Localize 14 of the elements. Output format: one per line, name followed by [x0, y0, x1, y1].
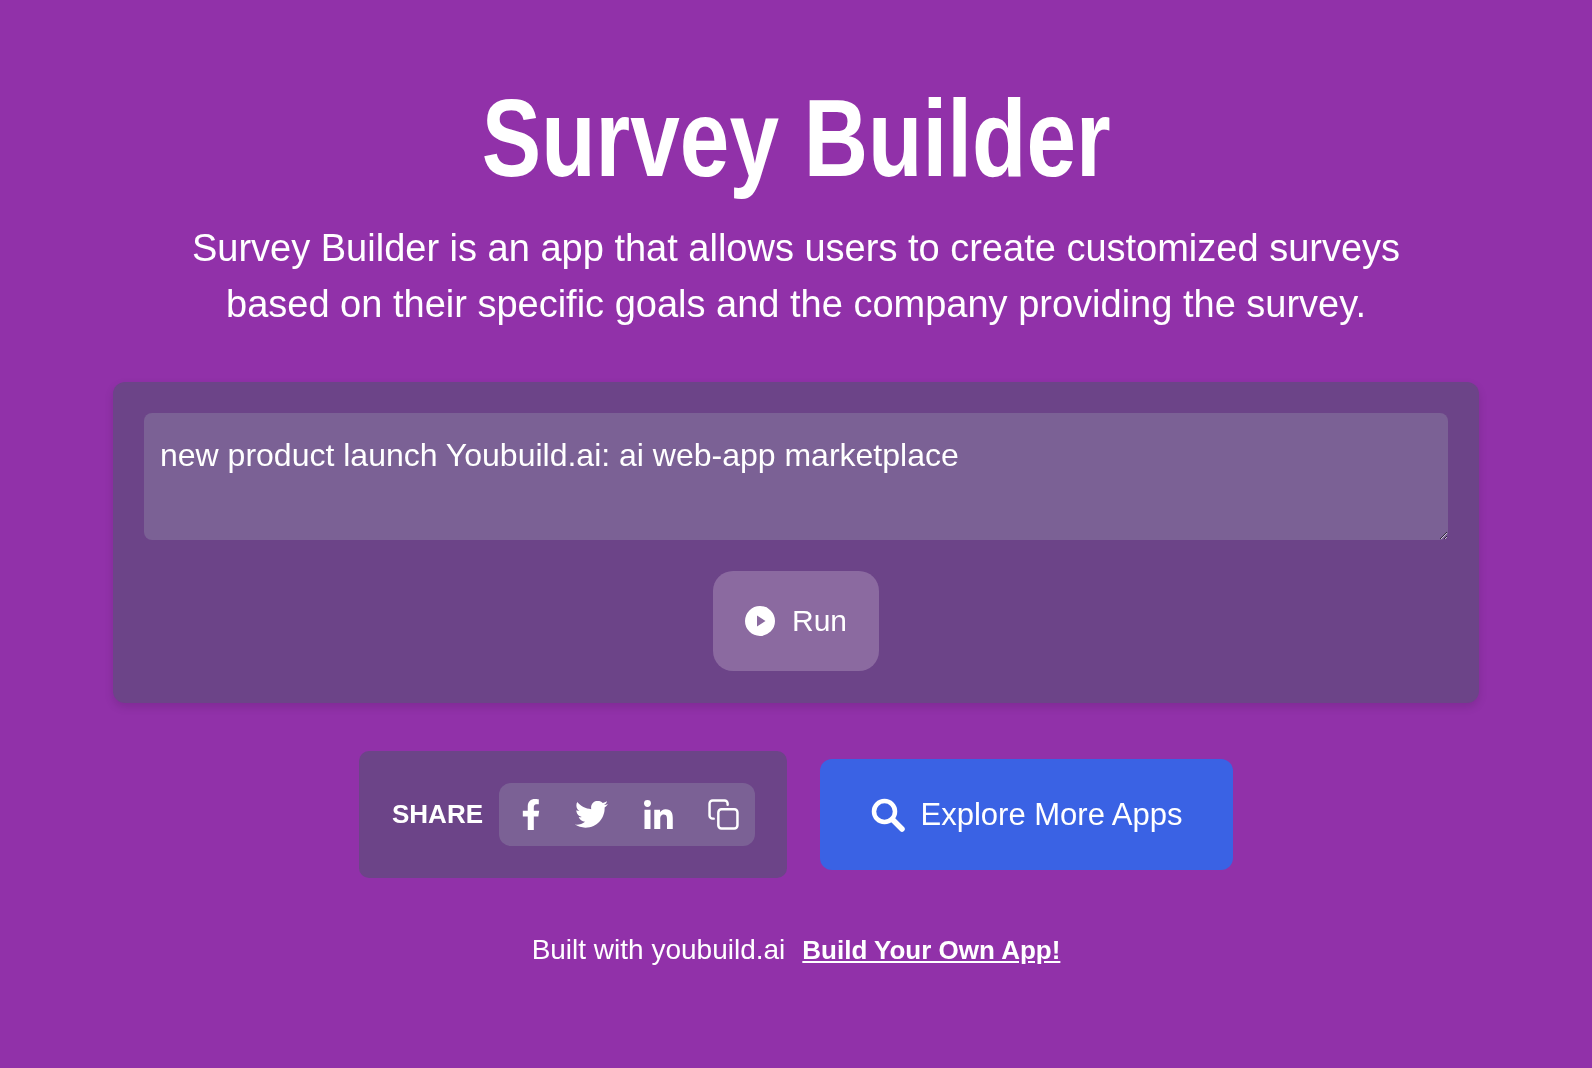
- build-your-own-app-link[interactable]: Build Your Own App!: [802, 932, 1061, 968]
- play-icon: [744, 606, 775, 636]
- run-button[interactable]: Run: [713, 571, 879, 671]
- share-label: SHARE: [392, 799, 483, 830]
- page-title: Survey Builder: [480, 75, 1112, 201]
- letter-f-icon[interactable]: [522, 799, 540, 830]
- input-field[interactable]: new product launch Youbuild.ai: ai web-app marketplace: [144, 413, 1448, 540]
- letters-in-icon[interactable]: [643, 800, 673, 829]
- app-description: Survey Builder is an app that allows users to create customized surveys based on their specific goals and the company providing the survey.: [190, 226, 1402, 327]
- copy-icon[interactable]: [708, 799, 739, 830]
- search-icon: [870, 797, 905, 832]
- built-with-text: Built with youbuild.ai: [531, 933, 786, 967]
- explore-more-apps-button[interactable]: Explore More Apps: [820, 759, 1233, 870]
- bird-icon[interactable]: [575, 801, 609, 828]
